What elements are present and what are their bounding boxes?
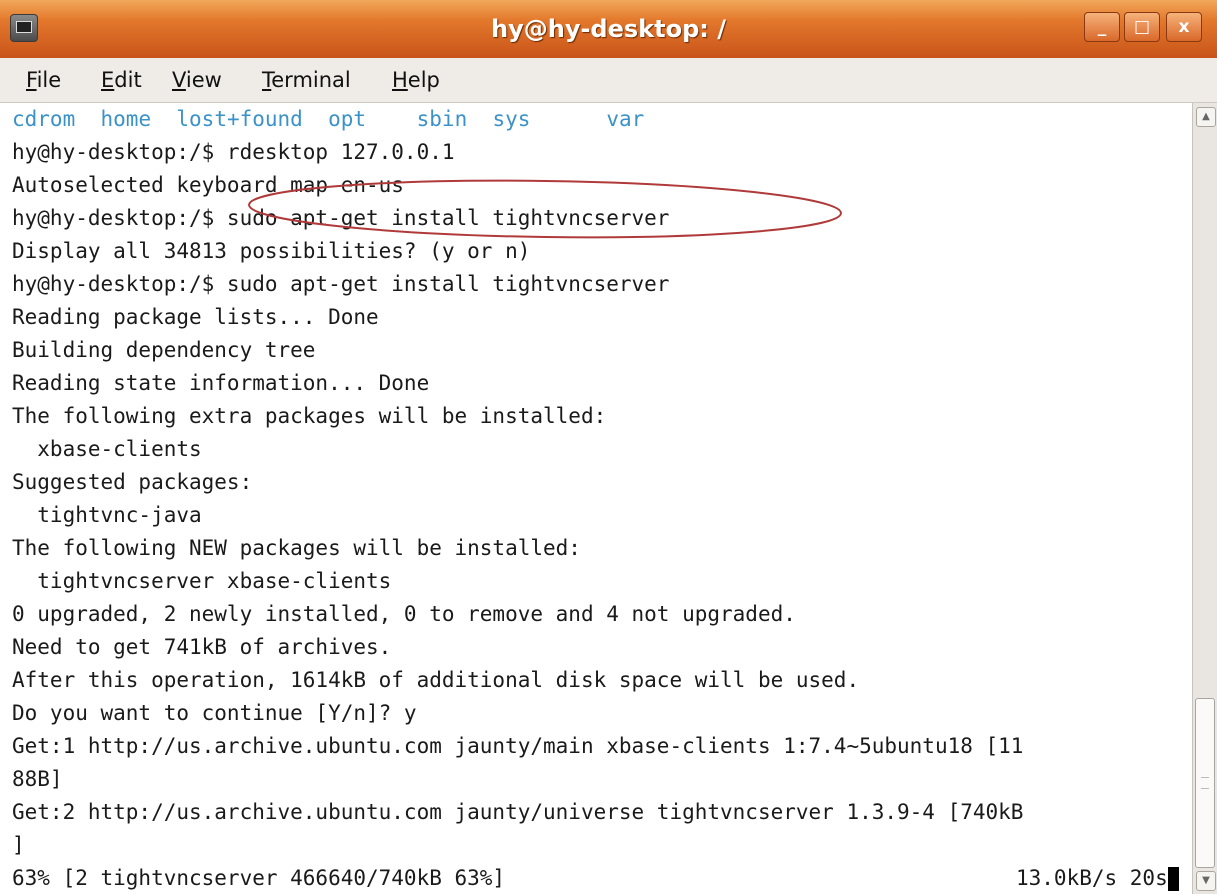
title-bar[interactable]: hy@hy-desktop: / _ □ x <box>0 0 1217 59</box>
directory-listing: cdrom home lost+found opt sbin sys var <box>12 103 644 136</box>
grip-icon <box>1201 777 1209 789</box>
terminal-line: hy@hy-desktop:/$ sudo apt-get install ti… <box>12 272 670 296</box>
dir-entry: sbin <box>416 107 468 131</box>
menu-help[interactable]: Help <box>392 58 440 102</box>
minimize-button[interactable]: _ <box>1084 12 1120 42</box>
terminal-line: The following NEW packages will be insta… <box>12 536 581 560</box>
text-cursor <box>1167 867 1179 891</box>
menu-bar: File Edit View Terminal Help <box>0 58 1217 103</box>
menu-file[interactable]: File <box>26 58 61 102</box>
terminal-window: hy@hy-desktop: / _ □ x File Edit View Te… <box>0 0 1217 894</box>
terminal-line: The following extra packages will be ins… <box>12 404 607 428</box>
dir-entry: sys <box>492 107 531 131</box>
terminal-line: Building dependency tree <box>12 338 316 362</box>
terminal-line: hy@hy-desktop:/$ rdesktop 127.0.0.1 <box>12 140 455 164</box>
menu-view[interactable]: View <box>172 58 222 102</box>
dir-entry: lost+found <box>176 107 303 131</box>
menu-terminal[interactable]: Terminal <box>262 58 351 102</box>
terminal-line: 0 upgraded, 2 newly installed, 0 to remo… <box>12 602 796 626</box>
terminal-line: Display all 34813 possibilities? (y or n… <box>12 239 531 263</box>
terminal-line: ] <box>12 833 25 857</box>
close-button[interactable]: x <box>1166 12 1202 42</box>
terminal-line: Reading state information... Done <box>12 371 430 395</box>
terminal-line: Need to get 741kB of archives. <box>12 635 392 659</box>
terminal-line: tightvncserver xbase-clients <box>12 569 392 593</box>
progress-line: 63% [2 tightvncserver 466640/740kB 63%] <box>12 866 506 890</box>
terminal-line: 88B] <box>12 767 63 791</box>
speed-text: 13.0kB/s 20s <box>1016 866 1168 890</box>
vertical-scrollbar[interactable]: ▲ ▼ <box>1192 103 1217 894</box>
progress-speed: 13.0kB/s 20s <box>1016 862 1179 895</box>
dir-entry: home <box>100 107 152 131</box>
menu-edit[interactable]: Edit <box>101 58 142 102</box>
scrollbar-thumb[interactable] <box>1195 698 1215 868</box>
terminal-line: xbase-clients <box>12 437 202 461</box>
terminal-line: Do you want to continue [Y/n]? y <box>12 701 417 725</box>
terminal-output[interactable]: cdrom home lost+found opt sbin sys var h… <box>0 103 1192 894</box>
dir-entry: opt <box>328 107 367 131</box>
terminal-line: After this operation, 1614kB of addition… <box>12 668 860 692</box>
scroll-down-arrow-icon[interactable]: ▼ <box>1196 871 1216 891</box>
window-title: hy@hy-desktop: / <box>491 15 726 43</box>
terminal-line: Suggested packages: <box>12 470 253 494</box>
terminal-line: Get:1 http://us.archive.ubuntu.com jaunt… <box>12 734 1024 758</box>
terminal-line: Autoselected keyboard map en-us <box>12 173 404 197</box>
terminal-line: tightvnc-java <box>12 503 202 527</box>
terminal-line: Get:2 http://us.archive.ubuntu.com jaunt… <box>12 800 1024 824</box>
scroll-up-arrow-icon[interactable]: ▲ <box>1196 107 1216 127</box>
dir-entry: var <box>606 107 645 131</box>
terminal-line: Reading package lists... Done <box>12 305 379 329</box>
maximize-button[interactable]: □ <box>1124 12 1160 42</box>
dir-entry: cdrom <box>12 107 76 131</box>
terminal-line: hy@hy-desktop:/$ sudo apt-get install ti… <box>12 206 670 230</box>
